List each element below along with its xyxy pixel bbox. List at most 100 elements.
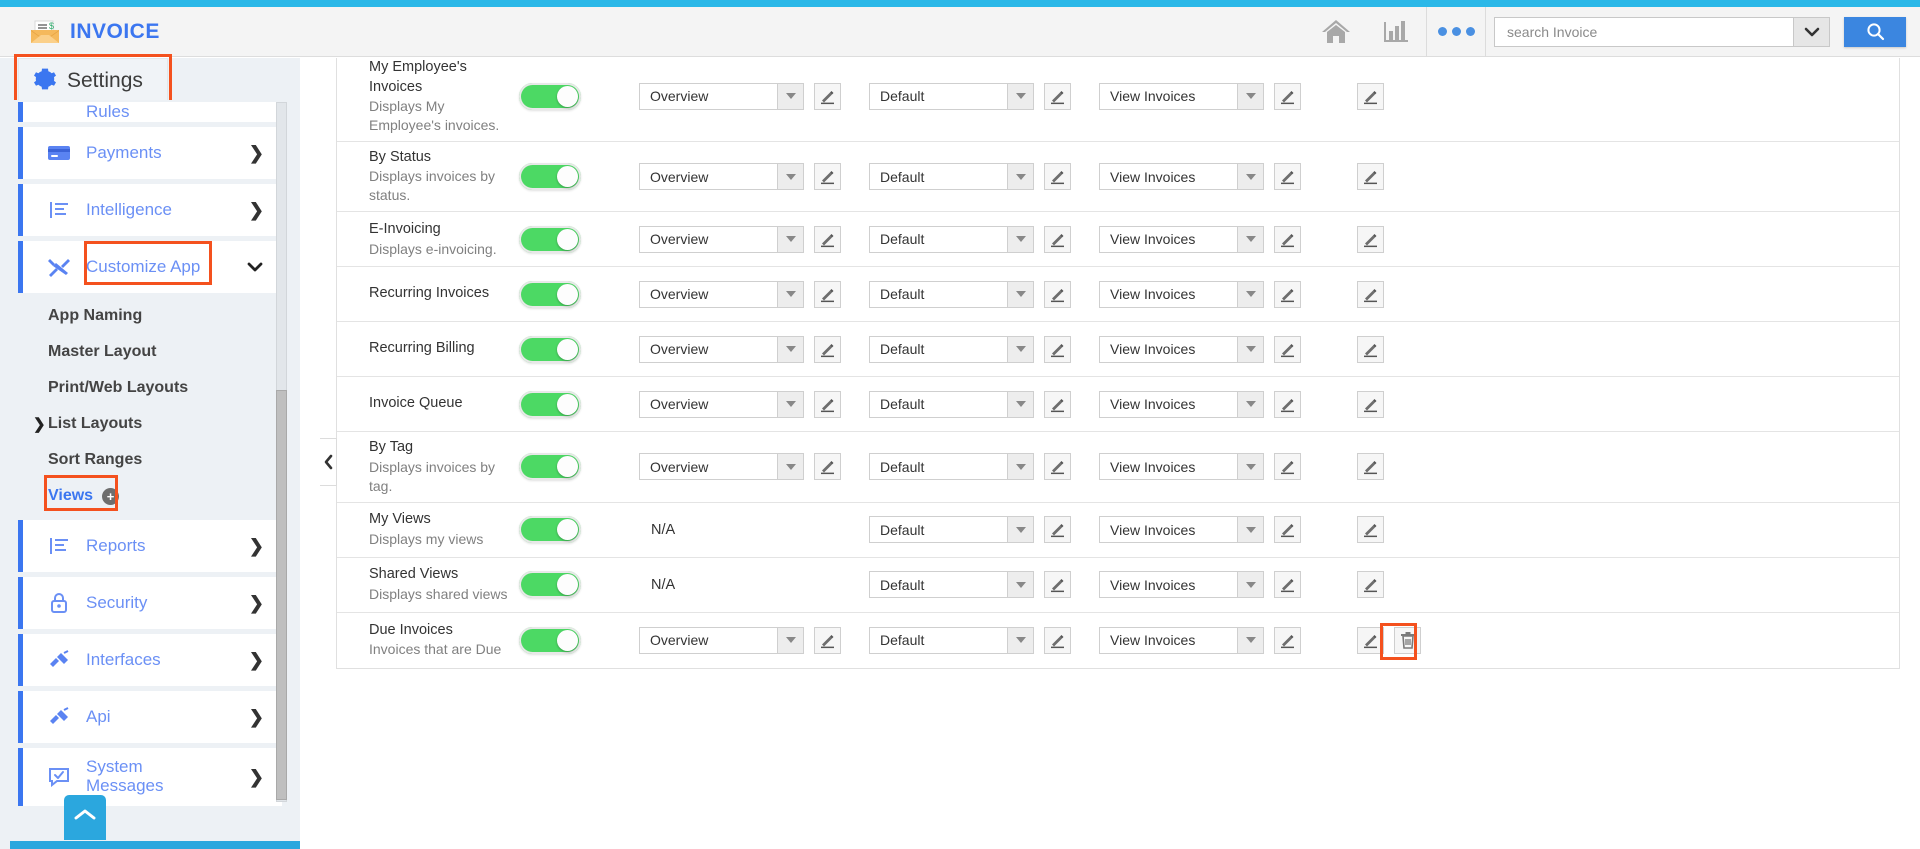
chevron-down-icon[interactable] <box>1237 164 1263 189</box>
layout-select[interactable]: Overview <box>639 391 804 418</box>
sidebar-item-reports[interactable]: Reports ❯ <box>18 520 282 572</box>
action-select[interactable]: View Invoices <box>1099 336 1264 363</box>
edit-action-button[interactable] <box>1274 391 1301 418</box>
sort-select[interactable]: Default <box>869 163 1034 190</box>
sidebar-subitem-master-layout[interactable]: Master Layout <box>0 334 300 370</box>
action-select[interactable]: View Invoices <box>1099 453 1264 480</box>
sidebar-subitem-print-web-layouts[interactable]: Print/Web Layouts <box>0 370 300 406</box>
layout-select[interactable]: Overview <box>639 627 804 654</box>
sidebar-item-api[interactable]: Api ❯ <box>18 691 282 743</box>
chevron-right-icon[interactable]: ❯ <box>249 143 264 164</box>
layout-select[interactable]: Overview <box>639 336 804 363</box>
edit-layout-button[interactable] <box>814 453 841 480</box>
enable-toggle[interactable] <box>519 163 581 190</box>
chevron-down-icon[interactable] <box>1007 392 1033 417</box>
edit-row-button[interactable] <box>1357 516 1384 543</box>
action-select[interactable]: View Invoices <box>1099 391 1264 418</box>
settings-button[interactable]: Settings <box>18 58 168 104</box>
layout-select[interactable]: Overview <box>639 163 804 190</box>
layout-select[interactable]: Overview <box>639 226 804 253</box>
sort-select[interactable]: Default <box>869 336 1034 363</box>
chevron-down-icon[interactable] <box>777 227 803 252</box>
sidebar-item-customize-app[interactable]: Customize App <box>18 241 282 293</box>
chevron-down-icon[interactable] <box>1007 454 1033 479</box>
edit-action-button[interactable] <box>1274 627 1301 654</box>
edit-action-button[interactable] <box>1274 163 1301 190</box>
chevron-down-icon[interactable] <box>1007 282 1033 307</box>
edit-row-button[interactable] <box>1357 163 1384 190</box>
edit-row-button[interactable] <box>1357 336 1384 363</box>
enable-toggle[interactable] <box>519 571 581 598</box>
chevron-down-icon[interactable] <box>1007 628 1033 653</box>
chevron-down-icon[interactable] <box>1237 628 1263 653</box>
more-options-icon[interactable] <box>1426 7 1486 57</box>
chevron-down-icon[interactable] <box>246 257 264 278</box>
chevron-right-icon[interactable]: ❯ <box>249 767 264 788</box>
edit-sort-button[interactable] <box>1044 336 1071 363</box>
chevron-down-icon[interactable] <box>1007 164 1033 189</box>
edit-sort-button[interactable] <box>1044 226 1071 253</box>
layout-select[interactable]: Overview <box>639 281 804 308</box>
chevron-down-icon[interactable] <box>1237 337 1263 362</box>
edit-action-button[interactable] <box>1274 516 1301 543</box>
edit-sort-button[interactable] <box>1044 571 1071 598</box>
sidebar-item-interfaces[interactable]: Interfaces ❯ <box>18 634 282 686</box>
sidebar-subitem-sort-ranges[interactable]: Sort Ranges <box>0 442 300 478</box>
layout-select[interactable]: Overview <box>639 453 804 480</box>
edit-sort-button[interactable] <box>1044 83 1071 110</box>
chevron-down-icon[interactable] <box>1007 337 1033 362</box>
chevron-down-icon[interactable] <box>777 164 803 189</box>
edit-sort-button[interactable] <box>1044 516 1071 543</box>
action-select[interactable]: View Invoices <box>1099 226 1264 253</box>
chevron-down-icon[interactable] <box>777 454 803 479</box>
edit-row-button[interactable] <box>1357 453 1384 480</box>
chevron-down-icon[interactable] <box>777 628 803 653</box>
chevron-right-icon[interactable]: ❯ <box>249 536 264 557</box>
edit-layout-button[interactable] <box>814 336 841 363</box>
edit-layout-button[interactable] <box>814 391 841 418</box>
action-select[interactable]: View Invoices <box>1099 83 1264 110</box>
chevron-right-icon[interactable]: ❯ <box>249 200 264 221</box>
chevron-right-icon[interactable]: ❯ <box>249 707 264 728</box>
edit-action-button[interactable] <box>1274 336 1301 363</box>
sidebar-subitem-list-layouts[interactable]: ❯ List Layouts <box>0 406 300 442</box>
home-icon[interactable] <box>1306 7 1366 57</box>
action-select[interactable]: View Invoices <box>1099 281 1264 308</box>
edit-row-button[interactable] <box>1357 83 1384 110</box>
chevron-down-icon[interactable] <box>777 84 803 109</box>
sidebar-item-rules[interactable]: Rules <box>18 102 282 122</box>
sort-select[interactable]: Default <box>869 391 1034 418</box>
main-scrollbar[interactable] <box>1906 58 1920 849</box>
edit-sort-button[interactable] <box>1044 391 1071 418</box>
chevron-down-icon[interactable] <box>1237 517 1263 542</box>
edit-layout-button[interactable] <box>814 83 841 110</box>
action-select[interactable]: View Invoices <box>1099 627 1264 654</box>
edit-row-button[interactable] <box>1357 281 1384 308</box>
action-select[interactable]: View Invoices <box>1099 516 1264 543</box>
chevron-down-icon[interactable] <box>1237 572 1263 597</box>
chevron-down-icon[interactable] <box>1007 227 1033 252</box>
action-select[interactable]: View Invoices <box>1099 571 1264 598</box>
chevron-down-icon[interactable] <box>1007 572 1033 597</box>
edit-action-button[interactable] <box>1274 571 1301 598</box>
delete-row-button[interactable] <box>1394 627 1421 654</box>
sort-select[interactable]: Default <box>869 453 1034 480</box>
edit-layout-button[interactable] <box>814 627 841 654</box>
enable-toggle[interactable] <box>519 453 581 480</box>
sort-select[interactable]: Default <box>869 627 1034 654</box>
chevron-down-icon[interactable] <box>777 282 803 307</box>
sort-select[interactable]: Default <box>869 516 1034 543</box>
enable-toggle[interactable] <box>519 281 581 308</box>
sort-select[interactable]: Default <box>869 281 1034 308</box>
edit-row-button[interactable] <box>1357 226 1384 253</box>
edit-layout-button[interactable] <box>814 226 841 253</box>
edit-action-button[interactable] <box>1274 281 1301 308</box>
sort-select[interactable]: Default <box>869 226 1034 253</box>
edit-layout-button[interactable] <box>814 163 841 190</box>
chevron-down-icon[interactable] <box>777 392 803 417</box>
add-view-icon[interactable]: + <box>102 488 119 505</box>
chevron-down-icon[interactable] <box>1237 282 1263 307</box>
chevron-down-icon[interactable] <box>1793 18 1829 46</box>
enable-toggle[interactable] <box>519 391 581 418</box>
edit-action-button[interactable] <box>1274 83 1301 110</box>
